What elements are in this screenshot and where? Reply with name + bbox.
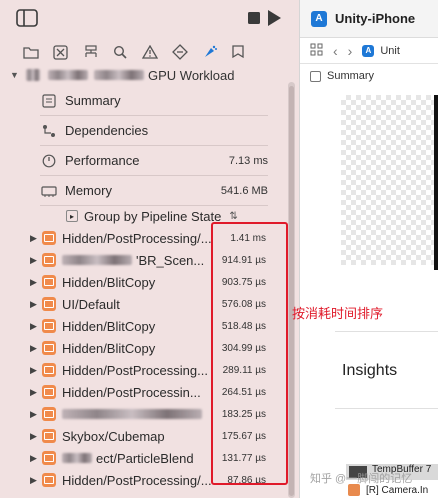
workload-title: GPU Workload — [148, 68, 235, 83]
redacted-text — [48, 70, 88, 80]
chevron-right-icon[interactable]: ▶ — [30, 277, 37, 288]
summary-label: Summary — [327, 70, 375, 82]
chevron-right-icon[interactable]: ▶ — [30, 453, 37, 464]
navigator-panel: ▼ GPU Workload Summary Dependencies Perf… — [0, 0, 299, 498]
grid-icon[interactable] — [310, 43, 323, 59]
chevron-right-icon[interactable]: ▶ — [30, 233, 37, 244]
navigator-tab-bar — [0, 38, 299, 66]
row-label: Hidden/PostProcessin... — [62, 384, 201, 400]
chevron-right-icon[interactable]: ▶ — [30, 387, 37, 398]
pipeline-icon — [42, 341, 56, 355]
redacted-text — [62, 409, 202, 419]
resource-label: [R] Camera.In — [366, 484, 429, 496]
performance-value: 7.13 ms — [228, 154, 268, 167]
pipeline-icon — [42, 231, 56, 245]
forward-chevron-icon[interactable]: › — [348, 43, 353, 59]
summary-icon — [40, 92, 58, 110]
group-by-label: Group by Pipeline State — [84, 208, 222, 224]
back-chevron-icon[interactable]: ‹ — [333, 43, 338, 59]
nav-dependencies[interactable]: Dependencies — [40, 116, 268, 146]
search-icon[interactable] — [111, 43, 129, 61]
row-label: Skybox/Cubemap — [62, 428, 165, 444]
editor-tab-bar: A Unity-iPhone — [300, 0, 438, 38]
pipeline-icon — [42, 363, 56, 377]
memory-icon — [40, 182, 58, 200]
chevron-right-icon[interactable]: ▶ — [30, 431, 37, 442]
pipeline-icon — [42, 407, 56, 421]
pipeline-icon — [42, 319, 56, 333]
source-control-icon[interactable] — [51, 43, 69, 61]
editor-panel: A Unity-iPhone ‹ › A Unit Summary Insigh… — [299, 0, 438, 498]
row-label: Hidden/PostProcessing/... — [62, 472, 212, 488]
app-store-icon: A — [362, 44, 375, 57]
redacted-text — [62, 453, 92, 463]
row-label: 'BR_Scen... — [136, 252, 205, 268]
jump-bar: ‹ › A Unit — [300, 38, 438, 64]
section-label: Memory — [65, 183, 112, 198]
divider — [335, 408, 438, 409]
row-label: UI/Default — [62, 296, 120, 312]
chevron-right-icon[interactable]: ▶ — [30, 321, 37, 332]
pipeline-icon — [42, 385, 56, 399]
redacted-text — [62, 255, 132, 265]
hierarchy-icon[interactable] — [82, 43, 100, 61]
nav-memory[interactable]: Memory 541.6 MB — [40, 176, 268, 206]
gauge-icon — [40, 152, 58, 170]
jump-bar-item[interactable]: Unit — [380, 45, 400, 57]
chevron-right-icon[interactable]: ▶ — [30, 409, 37, 420]
row-label: Hidden/BlitCopy — [62, 340, 156, 356]
row-label: Hidden/BlitCopy — [62, 274, 156, 290]
row-label: ect/ParticleBlend — [96, 450, 194, 466]
section-label: Summary — [65, 93, 121, 108]
warning-icon[interactable] — [141, 43, 159, 61]
watermark: 知乎 @一脚闯的记忆 — [310, 473, 413, 485]
sort-annotation: 按消耗时间排序 — [292, 306, 384, 321]
app-store-icon: A — [311, 10, 327, 27]
redacted-app-icon — [26, 69, 40, 81]
row-label: Hidden/PostProcessing... — [62, 362, 208, 378]
nav-performance[interactable]: Performance 7.13 ms — [40, 146, 268, 176]
summary-header: Summary — [310, 70, 374, 82]
debug-spray-icon[interactable] — [201, 43, 219, 61]
folder-icon[interactable] — [22, 43, 40, 61]
insights-heading: Insights — [342, 362, 398, 379]
preview-edge — [434, 95, 438, 270]
dependencies-icon — [40, 122, 58, 140]
pipeline-icon — [42, 473, 56, 487]
tag-icon[interactable] — [229, 43, 247, 61]
pipeline-icon — [42, 297, 56, 311]
chevron-right-icon[interactable]: ▶ — [30, 343, 37, 354]
divider — [335, 331, 438, 332]
row-label: Hidden/BlitCopy — [62, 318, 156, 334]
row-label: Hidden/PostProcessing/... — [62, 230, 212, 246]
stop-icon[interactable] — [246, 10, 262, 26]
play-icon[interactable] — [264, 8, 284, 28]
top-toolbar — [0, 0, 299, 38]
updown-chevron-icon: ⇅ — [229, 210, 238, 222]
texture-preview — [341, 95, 436, 265]
pipeline-icon — [42, 451, 56, 465]
redacted-text — [94, 70, 144, 80]
chevron-right-icon[interactable]: ▶ — [30, 365, 37, 376]
pipeline-icon — [42, 275, 56, 289]
sidebar-toggle-icon[interactable] — [16, 9, 38, 27]
chevron-right-icon[interactable]: ▶ — [30, 299, 37, 310]
chevron-right-icon: ▸ — [66, 210, 78, 222]
memory-value: 541.6 MB — [220, 184, 268, 197]
section-label: Performance — [65, 153, 140, 168]
chevron-right-icon[interactable]: ▶ — [30, 255, 37, 266]
navigator-scrollbar[interactable] — [288, 82, 295, 498]
chevron-right-icon[interactable]: ▶ — [30, 475, 37, 486]
scrollbar-thumb[interactable] — [289, 86, 294, 496]
editor-tab-title[interactable]: Unity-iPhone — [335, 11, 415, 26]
pipeline-icon — [42, 253, 56, 267]
pipeline-icon — [42, 429, 56, 443]
section-label: Dependencies — [65, 123, 149, 138]
highlight-annotation-box — [211, 222, 288, 485]
chevron-down-icon[interactable]: ▼ — [10, 70, 19, 80]
nav-summary[interactable]: Summary — [40, 86, 268, 116]
test-diamond-icon[interactable] — [171, 43, 189, 61]
summary-icon — [310, 70, 321, 82]
